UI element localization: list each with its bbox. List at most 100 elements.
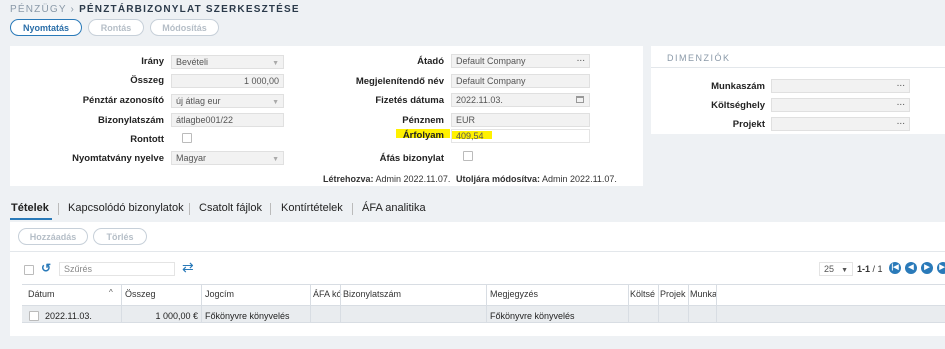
tab-tetelek[interactable]: Tételek: [11, 202, 49, 214]
cell-jogcim: Főkönyvre könyvelés: [205, 311, 290, 321]
tab-separator: [58, 203, 59, 215]
chevron-down-icon: ▼: [272, 156, 279, 163]
koltseghely-field[interactable]: ...: [771, 98, 910, 112]
projekt-label: Projekt: [732, 119, 765, 130]
table-top-border: [22, 284, 945, 285]
col-divider: [121, 285, 122, 323]
megjelenito-label: Megjelenítendő név: [355, 76, 444, 87]
fizetes-label: Fizetés dátuma: [375, 95, 444, 106]
atado-label: Átadó: [417, 56, 444, 67]
swap-columns-icon[interactable]: ⇄: [182, 259, 194, 276]
col-projekt[interactable]: Projek: [660, 289, 686, 299]
breadcrumb: PÉNZÜGY › PÉNZTÁRBIZONYLAT SZERKESZTÉSE: [10, 4, 300, 15]
divider: [651, 67, 945, 68]
tab-kapcsolodo[interactable]: Kapcsolódó bizonylatok: [68, 202, 184, 214]
cell-megjegyzes: Főkönyvre könyvelés: [490, 311, 575, 321]
last-page-icon[interactable]: ▶|: [937, 262, 945, 274]
select-all-checkbox[interactable]: [24, 265, 34, 275]
created-info: Létrehozva: Admin 2022.11.07.: [323, 174, 450, 184]
chevron-down-icon: ▼: [272, 99, 279, 106]
col-divider: [628, 285, 629, 323]
col-munkaszam[interactable]: Munka: [690, 289, 717, 299]
tab-kontir[interactable]: Kontírtételek: [281, 202, 343, 214]
penznem-label: Pénznem: [402, 115, 444, 126]
more-icon[interactable]: ...: [897, 118, 905, 128]
filter-input[interactable]: Szűrés: [59, 262, 175, 276]
modified-value: Admin 2022.11.07.: [542, 174, 617, 184]
page-total: / 1: [872, 264, 883, 274]
penznem-field[interactable]: EUR: [451, 113, 590, 127]
bizonylatszam-field[interactable]: átlagbe001/22: [171, 113, 284, 127]
nyelv-value: Magyar: [176, 153, 207, 163]
rontott-label: Rontott: [130, 134, 164, 145]
col-afa[interactable]: ÁFA kó: [313, 289, 342, 299]
fizetes-value: 2022.11.03.: [456, 95, 503, 105]
modified-label: Utoljára módosítva:: [456, 174, 541, 184]
divider: [10, 251, 945, 252]
modified-info: Utoljára módosítva: Admin 2022.11.07.: [456, 174, 617, 184]
osszeg-field[interactable]: 1 000,00: [171, 74, 284, 88]
col-divider: [688, 285, 689, 323]
col-divider: [658, 285, 659, 323]
col-osszeg[interactable]: Összeg: [125, 289, 156, 299]
fizetes-date-field[interactable]: 2022.11.03.: [451, 93, 590, 107]
print-button[interactable]: Nyomtatás: [10, 19, 82, 36]
afas-label: Áfás bizonylat: [379, 153, 444, 164]
prev-page-icon[interactable]: ◀: [905, 262, 917, 274]
active-tab-indicator: [10, 218, 52, 220]
rontott-checkbox[interactable]: [182, 133, 192, 143]
nyelv-label: Nyomtatvány nyelve: [72, 153, 164, 164]
dimensions-title: DIMENZIÓK: [667, 53, 731, 63]
page-range: 1-1: [857, 264, 871, 274]
arfolyam-field[interactable]: 409,54: [451, 129, 590, 143]
chevron-down-icon: ▼: [272, 60, 279, 67]
cancel-document-button[interactable]: Rontás: [88, 19, 144, 36]
col-koltseghely[interactable]: Költsé: [630, 289, 655, 299]
more-icon[interactable]: ...: [577, 55, 585, 65]
delete-button[interactable]: Törlés: [93, 228, 147, 245]
first-page-icon[interactable]: |◀: [889, 262, 901, 274]
breadcrumb-parent[interactable]: PÉNZÜGY: [10, 4, 67, 15]
more-icon[interactable]: ...: [897, 80, 905, 90]
penztar-select[interactable]: új átlag eur ▼: [171, 94, 284, 108]
irany-select[interactable]: Bevételi ▼: [171, 55, 284, 69]
sort-up-icon[interactable]: ^: [109, 288, 113, 297]
penztar-label: Pénztár azonosító: [82, 95, 164, 106]
arfolyam-label: Árfolyam: [402, 130, 444, 141]
pagination-info: 1-1 / 1: [857, 264, 883, 274]
tab-csatolt[interactable]: Csatolt fájlok: [199, 202, 262, 214]
megjelenito-field[interactable]: Default Company: [451, 74, 590, 88]
created-label: Létrehozva:: [323, 174, 374, 184]
tab-separator: [189, 203, 190, 215]
col-divider: [340, 285, 341, 323]
tab-afa[interactable]: ÁFA analitika: [362, 202, 426, 214]
atado-field[interactable]: Default Company...: [451, 54, 590, 68]
col-megjegyzes[interactable]: Megjegyzés: [490, 289, 538, 299]
afas-checkbox[interactable]: [463, 151, 473, 161]
tab-separator: [352, 203, 353, 215]
munkaszam-field[interactable]: ...: [771, 79, 910, 93]
nyelv-select[interactable]: Magyar ▼: [171, 151, 284, 165]
created-value: Admin 2022.11.07.: [375, 174, 451, 184]
cell-osszeg: 1 000,00 €: [155, 311, 198, 321]
col-datum[interactable]: Dátum: [28, 289, 55, 299]
chevron-down-icon: ▼: [841, 267, 848, 274]
projekt-field[interactable]: ...: [771, 117, 910, 131]
changes-button[interactable]: Módosítás: [150, 19, 219, 36]
col-jogcim[interactable]: Jogcím: [205, 289, 234, 299]
irany-value: Bevételi: [176, 57, 209, 67]
tab-separator: [270, 203, 271, 215]
add-button[interactable]: Hozzáadás: [18, 228, 88, 245]
row-checkbox[interactable]: [29, 311, 39, 321]
calendar-icon[interactable]: [576, 96, 584, 103]
next-page-icon[interactable]: ▶: [921, 262, 933, 274]
page-title: PÉNZTÁRBIZONYLAT SZERKESZTÉSE: [79, 4, 300, 15]
refresh-icon[interactable]: ↺: [41, 261, 51, 275]
col-divider: [716, 285, 717, 323]
col-bizonylatszam[interactable]: Bizonylatszám: [343, 289, 401, 299]
breadcrumb-separator: ›: [66, 4, 80, 15]
irany-label: Irány: [141, 56, 164, 67]
cell-datum: 2022.11.03.: [45, 311, 92, 321]
more-icon[interactable]: ...: [897, 99, 905, 109]
page-size-select[interactable]: 25 ▼: [819, 262, 853, 276]
